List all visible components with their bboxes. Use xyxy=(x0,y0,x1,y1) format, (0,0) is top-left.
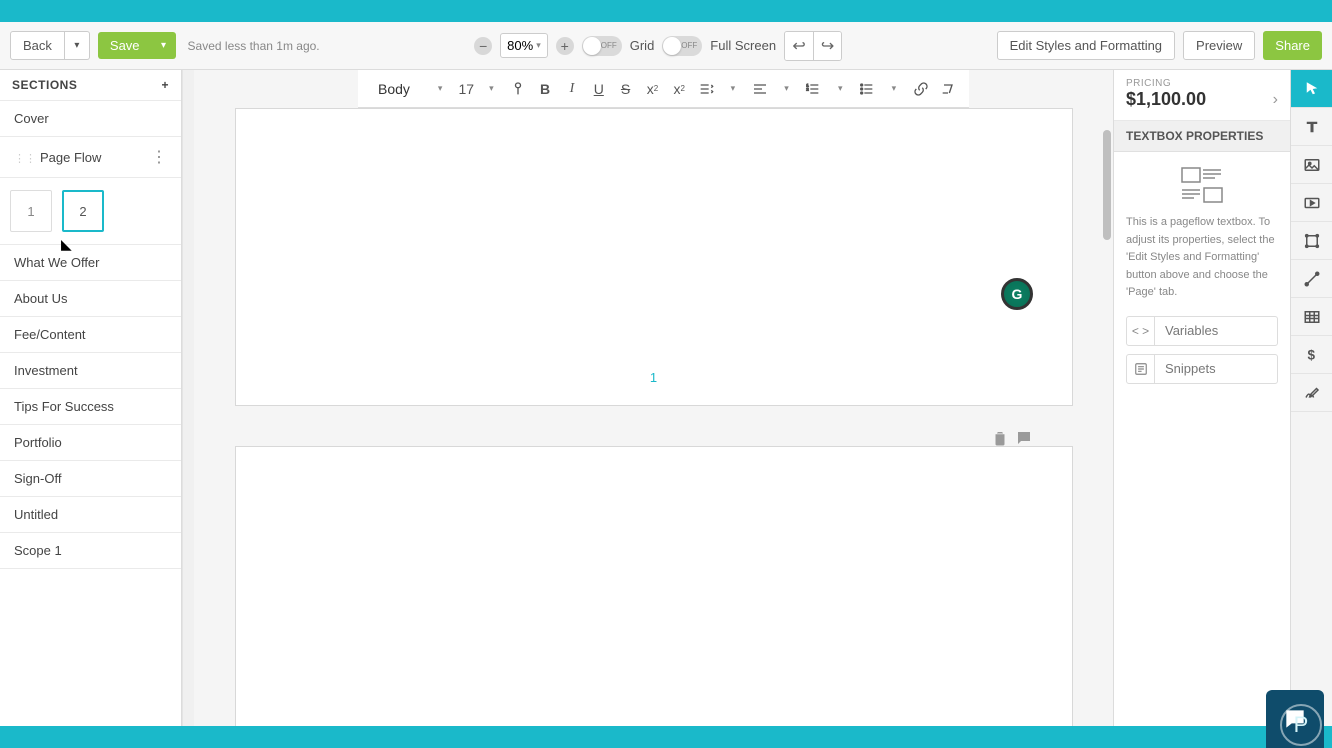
right-rail: PRICING $1,100.00 › TEXTBOX PROPERTIES T… xyxy=(1113,70,1332,726)
sidebar-scrollbar[interactable] xyxy=(182,70,194,726)
canvas-scrollbar[interactable] xyxy=(1103,130,1111,240)
section-item-what-we-offer[interactable]: What We Offer xyxy=(0,245,181,281)
zoom-in-button[interactable]: + xyxy=(556,37,574,55)
document-page-1[interactable]: 1 xyxy=(235,108,1073,406)
superscript-button[interactable]: x2 xyxy=(670,78,689,100)
topbar-right-controls: Edit Styles and Formatting Preview Share xyxy=(997,31,1322,60)
fullscreen-toggle-label: Full Screen xyxy=(710,38,776,53)
clear-formatting-button[interactable] xyxy=(938,78,957,100)
edit-styles-button[interactable]: Edit Styles and Formatting xyxy=(997,31,1175,60)
add-section-icon[interactable]: + xyxy=(161,78,169,92)
zoom-select[interactable]: 80%▾ xyxy=(500,33,548,58)
cursor-tool[interactable] xyxy=(1291,70,1332,108)
section-item-tips[interactable]: Tips For Success xyxy=(0,389,181,425)
table-tool[interactable] xyxy=(1291,298,1332,336)
undo-button[interactable]: ↩ xyxy=(785,32,813,60)
page-thumbnails: 1 2 ◣ xyxy=(0,178,181,245)
undo-redo-group: ↩ ↪ xyxy=(784,31,842,61)
snippets-button[interactable]: Snippets xyxy=(1126,354,1278,384)
link-button[interactable] xyxy=(911,78,930,100)
fullscreen-toggle[interactable]: OFF xyxy=(662,36,702,56)
line-spacing-dropdown[interactable]: ▾ xyxy=(723,78,742,100)
align-dropdown[interactable]: ▾ xyxy=(777,78,796,100)
section-item-about-us[interactable]: About Us xyxy=(0,281,181,317)
back-button-group: Back ▾ xyxy=(10,31,90,60)
numbered-list-dropdown[interactable]: ▾ xyxy=(831,78,850,100)
align-button[interactable] xyxy=(750,78,769,100)
text-color-icon[interactable] xyxy=(509,78,528,100)
code-icon: < > xyxy=(1127,317,1155,345)
underline-button[interactable]: U xyxy=(589,78,608,100)
section-item-fee-content[interactable]: Fee/Content xyxy=(0,317,181,353)
grid-toggle-label: Grid xyxy=(630,38,655,53)
strikethrough-button[interactable]: S xyxy=(616,78,635,100)
preview-button[interactable]: Preview xyxy=(1183,31,1255,60)
video-tool[interactable] xyxy=(1291,184,1332,222)
format-toolbar: Body▾ 17 ▾ B I U S x2 x2 ▾ ▾ 12 ▾ ▾ xyxy=(358,70,969,108)
section-item-scope-1[interactable]: Scope 1 xyxy=(0,533,181,569)
section-item-cover[interactable]: Cover xyxy=(0,101,181,137)
properties-panel: PRICING $1,100.00 › TEXTBOX PROPERTIES T… xyxy=(1113,70,1290,726)
page-thumb-1[interactable]: 1 xyxy=(10,190,52,232)
back-dropdown[interactable]: ▾ xyxy=(65,31,90,60)
canvas-scroll[interactable]: 1 Click to add c... xyxy=(194,108,1113,726)
properties-description: This is a pageflow textbox. To adjust it… xyxy=(1126,214,1278,302)
save-dropdown[interactable]: ▾ xyxy=(152,32,176,59)
numbered-list-button[interactable]: 12 xyxy=(804,78,823,100)
redo-button[interactable]: ↪ xyxy=(813,32,841,60)
topbar-center-controls: − 80%▾ + OFF Grid OFF Full Screen ↩ ↪ xyxy=(474,31,842,61)
bullet-list-dropdown[interactable]: ▾ xyxy=(884,78,903,100)
page-thumb-2[interactable]: 2 xyxy=(62,190,104,232)
proposify-logo-icon: P xyxy=(1280,704,1322,746)
chevron-right-icon: › xyxy=(1273,91,1278,109)
svg-text:$: $ xyxy=(1307,347,1315,362)
share-button[interactable]: Share xyxy=(1263,31,1322,60)
pricing-label: PRICING xyxy=(1114,70,1290,89)
right-tool-rail: $ xyxy=(1290,70,1332,726)
text-tool[interactable] xyxy=(1291,108,1332,146)
page-actions xyxy=(991,429,1033,447)
zoom-out-button[interactable]: − xyxy=(474,37,492,55)
font-size-value: 17 xyxy=(458,81,474,97)
bullet-list-button[interactable] xyxy=(858,78,877,100)
canvas-area: Body▾ 17 ▾ B I U S x2 x2 ▾ ▾ 12 ▾ ▾ xyxy=(194,70,1113,726)
page-number: 1 xyxy=(650,370,657,385)
section-item-sign-off[interactable]: Sign-Off xyxy=(0,461,181,497)
section-item-untitled[interactable]: Untitled xyxy=(0,497,181,533)
image-tool[interactable] xyxy=(1291,146,1332,184)
signature-tool[interactable] xyxy=(1291,374,1332,412)
svg-text:2: 2 xyxy=(807,86,810,91)
section-item-investment[interactable]: Investment xyxy=(0,353,181,389)
textbox-icon xyxy=(1180,166,1224,204)
comment-page-icon[interactable] xyxy=(1015,429,1033,447)
variables-button[interactable]: < > Variables xyxy=(1126,316,1278,346)
save-button-group: Save ▾ xyxy=(98,32,176,59)
line-spacing-button[interactable] xyxy=(697,78,716,100)
snippet-icon xyxy=(1127,355,1155,383)
save-status: Saved less than 1m ago. xyxy=(188,39,320,53)
delete-page-icon[interactable] xyxy=(991,429,1009,447)
shape-tool[interactable] xyxy=(1291,222,1332,260)
line-tool[interactable] xyxy=(1291,260,1332,298)
section-item-page-flow[interactable]: ⋮⋮Page Flow ⋮ xyxy=(0,137,181,178)
properties-header: TEXTBOX PROPERTIES xyxy=(1114,121,1290,152)
pricing-tool[interactable]: $ xyxy=(1291,336,1332,374)
document-page-2[interactable]: Click to add c... xyxy=(235,446,1073,726)
top-toolbar: Back ▾ Save ▾ Saved less than 1m ago. − … xyxy=(0,22,1332,70)
bold-button[interactable]: B xyxy=(536,78,555,100)
pricing-value: $1,100.00 xyxy=(1126,89,1206,110)
save-button[interactable]: Save xyxy=(98,32,152,59)
subscript-button[interactable]: x2 xyxy=(643,78,662,100)
grid-toggle[interactable]: OFF xyxy=(582,36,622,56)
sections-title: SECTIONS xyxy=(12,78,77,92)
pricing-row[interactable]: $1,100.00 › xyxy=(1114,89,1290,121)
sections-sidebar: SECTIONS + Cover ⋮⋮Page Flow ⋮ 1 2 ◣ Wha… xyxy=(0,70,182,726)
section-menu-icon[interactable]: ⋮ xyxy=(151,147,167,167)
italic-button[interactable]: I xyxy=(563,78,582,100)
section-item-portfolio[interactable]: Portfolio xyxy=(0,425,181,461)
grammarly-icon[interactable]: G xyxy=(1001,278,1033,310)
font-size-dropdown[interactable]: ▾ xyxy=(482,78,501,100)
paragraph-style-select[interactable]: Body▾ xyxy=(370,77,450,101)
back-button[interactable]: Back xyxy=(10,31,65,60)
